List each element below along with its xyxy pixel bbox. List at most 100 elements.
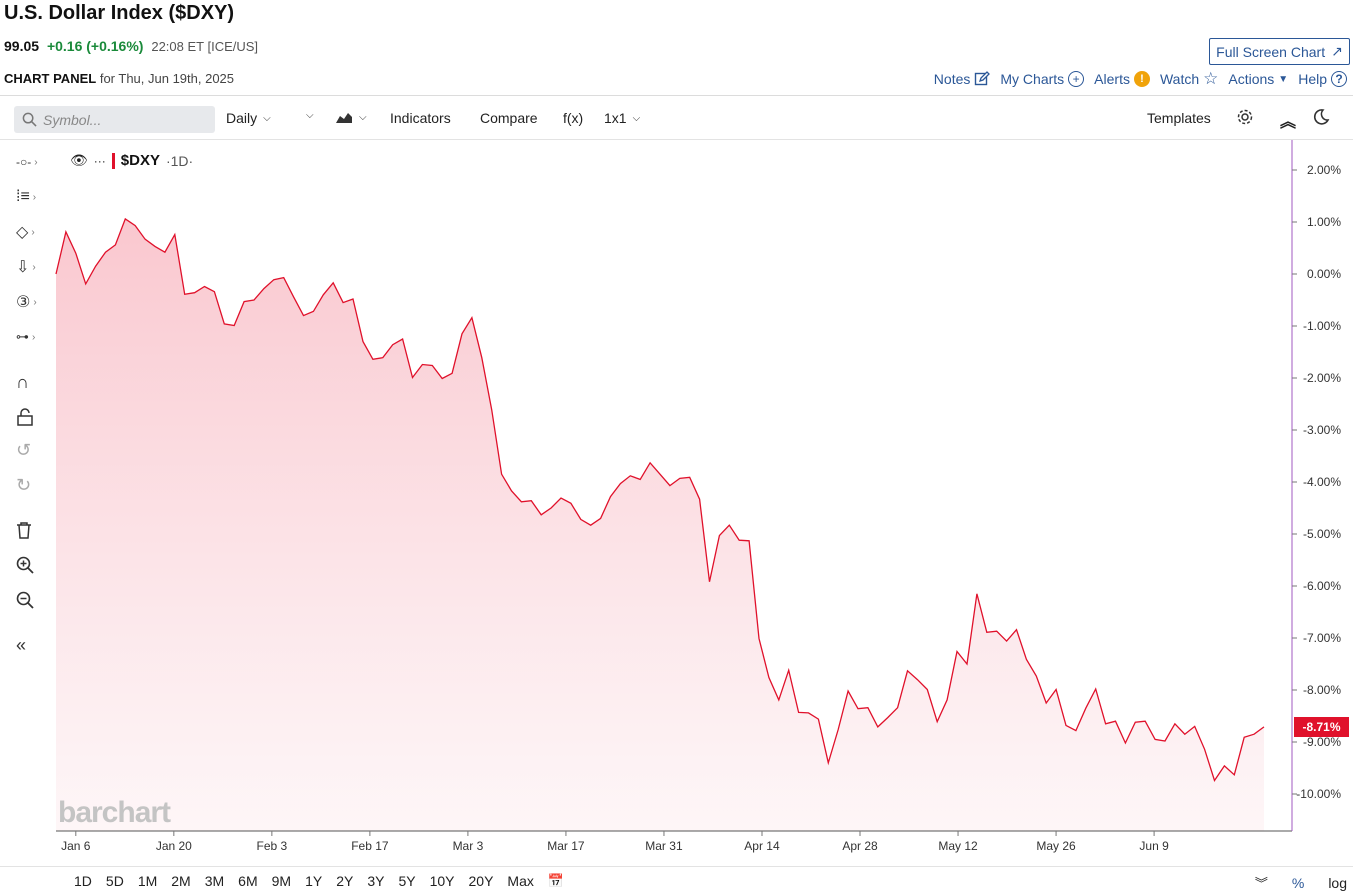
panel-label-date: for Thu, Jun 19th, 2025 [99,71,235,86]
y-tick-label: 2.00% [1307,163,1341,177]
gear-icon [1237,109,1253,125]
x-tick-label: Jun 9 [1139,839,1169,853]
x-tick-label: Apr 14 [744,839,780,853]
chevron-down-icon: ⌵ [306,110,314,121]
notes-label: Notes [933,71,971,87]
search-icon [22,112,37,127]
dark-mode-toggle[interactable] [1312,108,1330,126]
range-button[interactable]: 1M [138,873,157,889]
header-divider [0,95,1353,96]
symbol-input[interactable] [43,111,203,128]
plus-circle-icon: + [1068,71,1085,87]
log-toggle[interactable]: log [1328,875,1347,891]
double-chevron-down-icon[interactable]: ︾ [1255,873,1268,892]
help-link[interactable]: Help ? [1298,71,1347,87]
top-links: Notes My Charts + Alerts ! Watch ☆ Actio… [934,69,1347,89]
x-tick-label: Jan 6 [61,839,91,853]
range-buttons: 1D 5D 1M 2M 3M 6M 9M 1Y 2Y 3Y 5Y 10Y 20Y Max 📅 [74,873,564,889]
collapse-header-button[interactable]: ︽ [1280,108,1296,132]
question-icon: ? [1331,71,1347,87]
range-button[interactable]: 6M [238,873,257,889]
x-tick-label: Feb 17 [351,839,389,853]
percent-toggle[interactable]: % [1292,875,1304,891]
last-value-tag: -8.71% [1294,717,1349,737]
range-button[interactable]: 1D [74,873,92,889]
chart-legend[interactable]: 👁 ··· $DXY ·1D· [70,152,193,169]
more-options-icon[interactable]: ··· [94,154,106,168]
range-button[interactable]: 20Y [469,873,494,889]
chart-toolbar: Daily ⌵ ⌵ ⌵ Indicators Compare f(x) 1x1 … [0,100,1353,140]
alerts-link[interactable]: Alerts ! [1094,71,1150,87]
price-chart[interactable]: 2.00% 1.00% 0.00% -1.00% -2.00% -3.00% -4.00% -… [0,140,1353,860]
function-label: f(x) [563,110,584,126]
y-tick-label: -5.00% [1303,527,1341,541]
full-screen-label: Full Screen Chart [1216,43,1326,60]
y-tick-label: -2.00% [1303,371,1341,385]
range-button[interactable]: 2M [171,873,190,889]
x-tick-label: Apr 28 [842,839,878,853]
y-tick-label: -7.00% [1303,631,1341,645]
range-button[interactable]: 3M [205,873,224,889]
y-tick-label: -9.00% [1303,735,1341,749]
y-tick-label: -10.00% [1296,787,1341,801]
notes-link[interactable]: Notes [934,71,991,87]
scale-options: ︾ % log [1255,873,1347,892]
quote-time: 22:08 ET [ICE/US] [151,39,259,54]
watch-label: Watch [1159,71,1200,87]
interval-dropdown[interactable]: Daily ⌵ [226,110,271,126]
compare-button[interactable]: Compare [480,110,538,126]
x-tick-label: Mar 31 [645,839,683,853]
series-color-swatch [111,152,115,169]
watch-link[interactable]: Watch ☆ [1160,69,1218,89]
calendar-icon[interactable]: 📅 [548,873,564,889]
moon-icon [1313,109,1330,125]
my-charts-label: My Charts [1000,71,1065,87]
layout-label: 1x1 [604,110,627,126]
function-button[interactable]: f(x) [563,110,583,126]
star-icon: ☆ [1203,69,1219,88]
x-tick-label: May 26 [1036,839,1076,853]
barchart-logo: barchart [58,796,171,829]
caret-down-icon: ▼ [1278,73,1289,85]
full-screen-chart-button[interactable]: Full Screen Chart ↗ [1209,38,1350,65]
layout-dropdown[interactable]: 1x1 ⌵ [604,110,640,126]
symbol-search[interactable] [14,106,215,133]
alerts-label: Alerts [1094,71,1130,87]
chevron-down-icon: ⌵ [263,112,271,124]
chevron-down-icon: ⌵ [632,112,641,124]
range-button[interactable]: 2Y [336,873,353,889]
range-button[interactable]: 3Y [367,873,384,889]
settings-button[interactable] [1236,108,1254,126]
range-button[interactable]: Max [507,873,533,889]
y-tick-label: 0.00% [1307,267,1341,281]
chart-area[interactable]: 2.00% 1.00% 0.00% -1.00% -2.00% -3.00% -4.00% -… [0,140,1353,860]
area-chart-icon [336,113,352,123]
panel-label-title: CHART PANEL [4,71,97,86]
chart-type-dropdown[interactable]: ⌵ [335,110,367,124]
chevron-down-icon: ⌵ [359,111,367,123]
range-button[interactable]: 5D [106,873,124,889]
range-button[interactable]: 10Y [430,873,455,889]
eye-icon[interactable]: 👁 [70,152,88,169]
range-button[interactable]: 5Y [398,873,415,889]
x-tick-label: May 12 [938,839,978,853]
range-bar: 1D 5D 1M 2M 3M 6M 9M 1Y 2Y 3Y 5Y 10Y 20Y Max 📅 ︾ % log [0,866,1353,894]
interval-label: Daily [226,110,258,126]
templates-button[interactable]: Templates [1147,110,1211,126]
page-title: U.S. Dollar Index ($DXY) [4,2,235,24]
my-charts-link[interactable]: My Charts + [1000,71,1085,87]
y-tick-label: -1.00% [1303,319,1341,333]
actions-menu[interactable]: Actions ▼ [1228,71,1288,87]
y-tick-label: -6.00% [1303,579,1341,593]
y-tick-label: -4.00% [1303,475,1341,489]
range-button[interactable]: 9M [272,873,291,889]
interval-extra-dropdown[interactable]: ⌵ [306,110,314,121]
y-tick-label: 1.00% [1307,215,1341,229]
alert-icon: ! [1133,71,1150,87]
double-chevron-up-icon: ︽ [1280,114,1297,131]
x-tick-label: Mar 17 [547,839,585,853]
y-tick-label: -8.00% [1303,683,1341,697]
indicators-button[interactable]: Indicators [390,110,451,126]
legend-symbol: $DXY [120,152,160,169]
range-button[interactable]: 1Y [305,873,322,889]
